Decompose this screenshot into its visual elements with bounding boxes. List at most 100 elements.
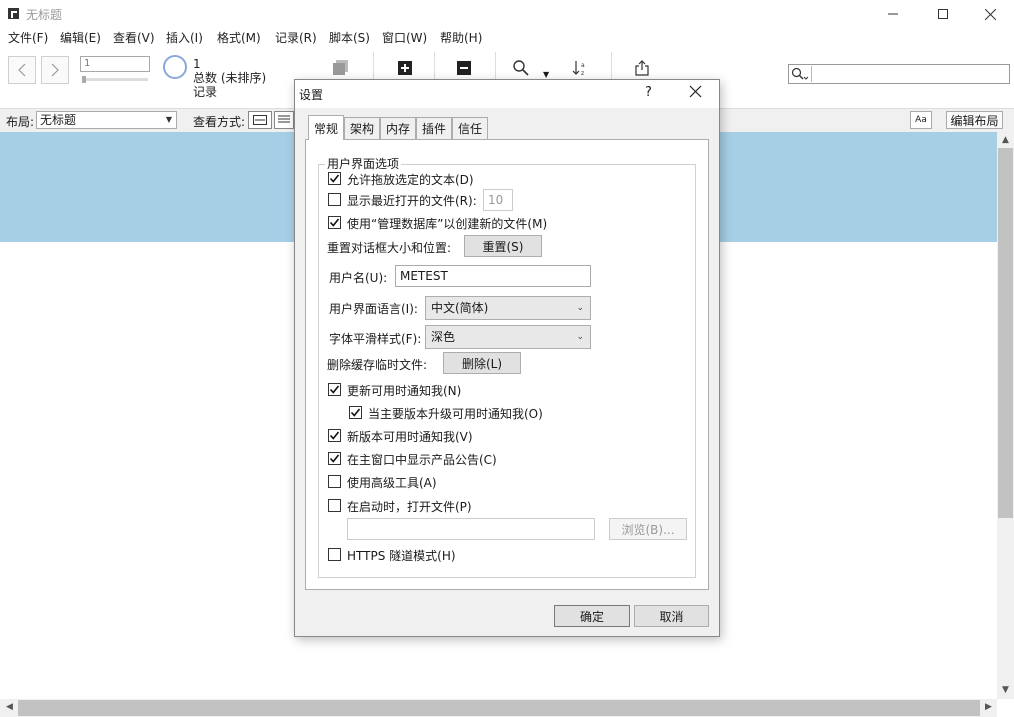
minimize-button[interactable] bbox=[870, 0, 916, 28]
scroll-up-icon[interactable]: ▲ bbox=[998, 135, 1013, 145]
reset-dialog-label: 重置对话框大小和位置: bbox=[327, 241, 452, 255]
ui-language-label: 用户界面语言(I): bbox=[329, 302, 418, 316]
list-view-icon bbox=[278, 115, 290, 123]
horizontal-scroll-thumb[interactable] bbox=[18, 700, 980, 716]
checkmark-icon bbox=[350, 408, 361, 417]
https-tunnel-label: HTTPS 隧道模式(H) bbox=[347, 549, 456, 563]
update-notify-checkbox[interactable] bbox=[328, 383, 341, 396]
advanced-tools-label: 使用高级工具(A) bbox=[347, 476, 437, 490]
edit-layout-button[interactable]: 编辑布局 bbox=[946, 111, 1003, 129]
help-button[interactable]: ? bbox=[645, 85, 652, 100]
checkmark-icon bbox=[329, 218, 340, 227]
dialog-title-bar bbox=[295, 80, 719, 108]
show-recent-checkbox[interactable] bbox=[328, 193, 341, 206]
product-news-checkbox[interactable] bbox=[328, 452, 341, 465]
scroll-down-icon[interactable]: ▼ bbox=[998, 685, 1013, 695]
show-recent-label: 显示最近打开的文件(R): bbox=[347, 194, 477, 208]
font-smoothing-select[interactable]: 深色 ⌄ bbox=[425, 325, 591, 349]
quick-find-input[interactable] bbox=[788, 64, 1010, 84]
scroll-left-icon[interactable]: ◀ bbox=[2, 702, 17, 712]
menu-scripts[interactable]: 脚本(S) bbox=[329, 29, 370, 46]
https-tunnel-checkbox[interactable] bbox=[328, 548, 341, 561]
delete-record-icon[interactable] bbox=[456, 60, 472, 76]
chevron-down-icon: ⌄ bbox=[576, 303, 584, 313]
tab-memory[interactable]: 内存 bbox=[380, 117, 416, 139]
recent-files-count-input[interactable]: 10 bbox=[483, 189, 513, 211]
username-label: 用户名(U): bbox=[329, 271, 388, 285]
svg-text:z: z bbox=[581, 70, 584, 76]
update-notify-label: 更新可用时通知我(N) bbox=[347, 384, 462, 398]
menu-records[interactable]: 记录(R) bbox=[275, 29, 317, 46]
delete-cache-button[interactable]: 删除(L) bbox=[443, 352, 521, 374]
startup-file-input[interactable] bbox=[347, 518, 595, 540]
tab-general[interactable]: 常规 bbox=[308, 115, 344, 140]
allow-drag-checkbox[interactable] bbox=[328, 172, 341, 185]
record-slider-thumb[interactable] bbox=[82, 76, 86, 83]
chevron-right-icon bbox=[51, 63, 59, 77]
menu-format[interactable]: 格式(M) bbox=[217, 29, 261, 46]
chevron-down-icon: ▼ bbox=[165, 115, 172, 124]
ui-options-group-title: 用户界面选项 bbox=[325, 155, 402, 172]
ui-language-value: 中文(简体) bbox=[431, 301, 489, 315]
form-view-icon bbox=[253, 115, 267, 125]
close-icon bbox=[689, 85, 702, 98]
find-dropdown-icon[interactable]: ▼ bbox=[543, 70, 549, 79]
ui-language-select[interactable]: 中文(简体) ⌄ bbox=[425, 296, 591, 320]
total-label: 总数 (未排序) bbox=[193, 71, 267, 85]
major-upgrade-checkbox[interactable] bbox=[349, 406, 362, 419]
previous-record-button[interactable] bbox=[8, 56, 36, 84]
maximize-button[interactable] bbox=[920, 0, 966, 28]
title-bar bbox=[0, 0, 1014, 28]
new-record-icon[interactable] bbox=[397, 60, 413, 76]
vertical-scroll-thumb[interactable] bbox=[998, 148, 1013, 518]
sort-icon[interactable]: az bbox=[572, 60, 588, 76]
show-all-icon[interactable] bbox=[333, 60, 349, 76]
svg-text:a: a bbox=[581, 62, 585, 69]
open-on-start-checkbox[interactable] bbox=[328, 499, 341, 512]
record-pie-icon bbox=[163, 55, 187, 79]
menu-view[interactable]: 查看(V) bbox=[113, 29, 155, 46]
scroll-right-icon[interactable]: ▶ bbox=[981, 702, 996, 712]
open-on-start-label: 在启动时，打开文件(P) bbox=[347, 500, 472, 514]
record-count: 1 bbox=[193, 57, 201, 71]
layout-label: 布局: bbox=[6, 115, 35, 129]
use-manage-db-checkbox[interactable] bbox=[328, 216, 341, 229]
next-record-button[interactable] bbox=[41, 56, 69, 84]
records-label: 记录 bbox=[193, 85, 218, 99]
font-smoothing-value: 深色 bbox=[431, 330, 456, 344]
advanced-tools-checkbox[interactable] bbox=[328, 475, 341, 488]
text-format-button[interactable]: Aa bbox=[910, 111, 932, 129]
view-as-list-button[interactable] bbox=[274, 111, 294, 129]
search-icon[interactable] bbox=[791, 67, 809, 84]
username-input[interactable]: METEST bbox=[395, 265, 591, 287]
tab-trust[interactable]: 信任 bbox=[452, 117, 488, 139]
delete-cache-label: 删除缓存临时文件: bbox=[327, 358, 428, 372]
menu-window[interactable]: 窗口(W) bbox=[382, 29, 427, 46]
use-manage-db-label: 使用“管理数据库”以创建新的文件(M) bbox=[347, 217, 548, 231]
dialog-close-button[interactable] bbox=[689, 83, 702, 102]
ok-button[interactable]: 确定 bbox=[554, 605, 630, 627]
major-upgrade-label: 当主要版本升级可用时通知我(O) bbox=[368, 407, 543, 421]
layout-select[interactable]: 无标题 ▼ bbox=[36, 111, 177, 129]
search-divider bbox=[811, 66, 812, 82]
checkmark-icon bbox=[329, 174, 340, 183]
browse-button[interactable]: 浏览(B)... bbox=[609, 518, 687, 540]
menu-insert[interactable]: 插入(I) bbox=[166, 29, 203, 46]
close-button[interactable] bbox=[967, 0, 1013, 28]
record-number-input[interactable]: 1 bbox=[80, 56, 150, 72]
menu-edit[interactable]: 编辑(E) bbox=[60, 29, 101, 46]
tab-schema[interactable]: 架构 bbox=[344, 117, 380, 139]
checkmark-icon bbox=[329, 431, 340, 440]
share-icon[interactable] bbox=[634, 60, 650, 76]
cancel-button[interactable]: 取消 bbox=[634, 605, 709, 627]
menu-file[interactable]: 文件(F) bbox=[8, 29, 48, 46]
chevron-down-icon: ⌄ bbox=[576, 332, 584, 342]
reset-button[interactable]: 重置(S) bbox=[464, 235, 542, 257]
new-version-checkbox[interactable] bbox=[328, 429, 341, 442]
view-as-form-button[interactable] bbox=[248, 111, 272, 129]
menu-help[interactable]: 帮助(H) bbox=[440, 29, 482, 46]
record-slider[interactable] bbox=[82, 78, 148, 81]
find-icon[interactable] bbox=[513, 60, 529, 76]
product-news-label: 在主窗口中显示产品公告(C) bbox=[347, 453, 497, 467]
tab-plugins[interactable]: 插件 bbox=[416, 117, 452, 139]
